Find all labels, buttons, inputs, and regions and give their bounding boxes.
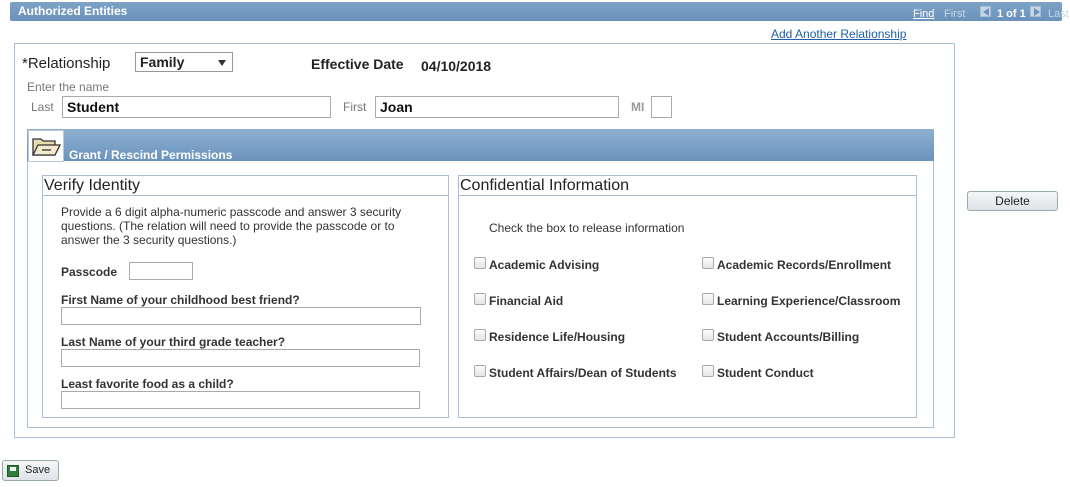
name-hint: Enter the name — [27, 80, 110, 94]
relationship-label: *Relationship — [22, 55, 111, 72]
first-name-label: First — [343, 100, 367, 114]
confidential-info-title: Confidential Information — [459, 176, 916, 196]
question-1-label: First Name of your childhood best friend… — [61, 293, 300, 307]
first-link[interactable]: First — [944, 8, 965, 20]
verify-identity-title: Verify Identity — [43, 176, 448, 196]
middle-initial-input[interactable] — [651, 96, 672, 118]
question-3-input[interactable] — [61, 391, 420, 409]
permissions-header[interactable]: Grant / Rescind Permissions — [27, 129, 934, 162]
permissions-title: Grant / Rescind Permissions — [69, 148, 233, 162]
relationship-selected-value: Family — [140, 54, 185, 70]
dropdown-arrow-icon — [218, 60, 226, 66]
checkbox-label: Student Affairs/Dean of Students — [489, 366, 677, 380]
checkbox-label: Student Accounts/Billing — [717, 330, 860, 344]
question-2-label: Last Name of your third grade teacher? — [61, 335, 286, 349]
checkbox-label: Financial Aid — [489, 294, 564, 308]
row-count: 1 of 1 — [997, 8, 1026, 20]
checkbox-label: Student Conduct — [717, 366, 814, 380]
save-icon — [7, 465, 19, 477]
checkbox-label: Academic Records/Enrollment — [717, 258, 892, 272]
checkbox-student-affairs[interactable] — [474, 365, 486, 377]
first-name-input[interactable]: Joan — [375, 96, 619, 118]
question-3-label: Least favorite food as a child? — [61, 377, 234, 391]
folder-icon[interactable] — [28, 130, 64, 162]
next-icon[interactable] — [1030, 6, 1041, 17]
save-button[interactable]: Save — [2, 460, 59, 481]
last-name-input[interactable]: Student — [62, 96, 331, 118]
last-link[interactable]: Last — [1048, 8, 1069, 20]
add-another-relationship-link[interactable]: Add Another Relationship — [771, 27, 906, 41]
confidential-instruction: Check the box to release information — [489, 221, 685, 235]
question-2-input[interactable] — [61, 349, 420, 367]
checkbox-student-conduct[interactable] — [702, 365, 714, 377]
effective-date-value: 04/10/2018 — [421, 58, 492, 74]
passcode-label: Passcode — [61, 265, 118, 279]
relationship-select[interactable]: Family — [135, 52, 233, 72]
checkbox-student-accounts[interactable] — [702, 329, 714, 341]
checkbox-label: Academic Advising — [489, 258, 600, 272]
find-link[interactable]: Find — [913, 8, 934, 20]
question-1-input[interactable] — [61, 307, 421, 325]
passcode-input[interactable] — [129, 262, 193, 280]
last-name-label: Last — [31, 100, 54, 114]
section-header: Authorized Entities Find First 1 of 1 La… — [10, 2, 1069, 21]
section-title: Authorized Entities — [18, 4, 128, 18]
verify-description: Provide a 6 digit alpha-numeric passcode… — [61, 205, 402, 247]
save-button-label: Save — [25, 464, 51, 476]
checkbox-learning-experience[interactable] — [702, 293, 714, 305]
checkbox-financial-aid[interactable] — [474, 293, 486, 305]
checkbox-label: Residence Life/Housing — [489, 330, 626, 344]
previous-icon[interactable] — [980, 6, 991, 17]
checkbox-academic-records[interactable] — [702, 257, 714, 269]
delete-button[interactable]: Delete — [967, 191, 1058, 211]
checkbox-label: Learning Experience/Classroom — [717, 294, 901, 308]
checkbox-residence-life[interactable] — [474, 329, 486, 341]
checkbox-academic-advising[interactable] — [474, 257, 486, 269]
middle-initial-label: MI — [631, 100, 645, 114]
effective-date-label: Effective Date — [311, 56, 404, 72]
